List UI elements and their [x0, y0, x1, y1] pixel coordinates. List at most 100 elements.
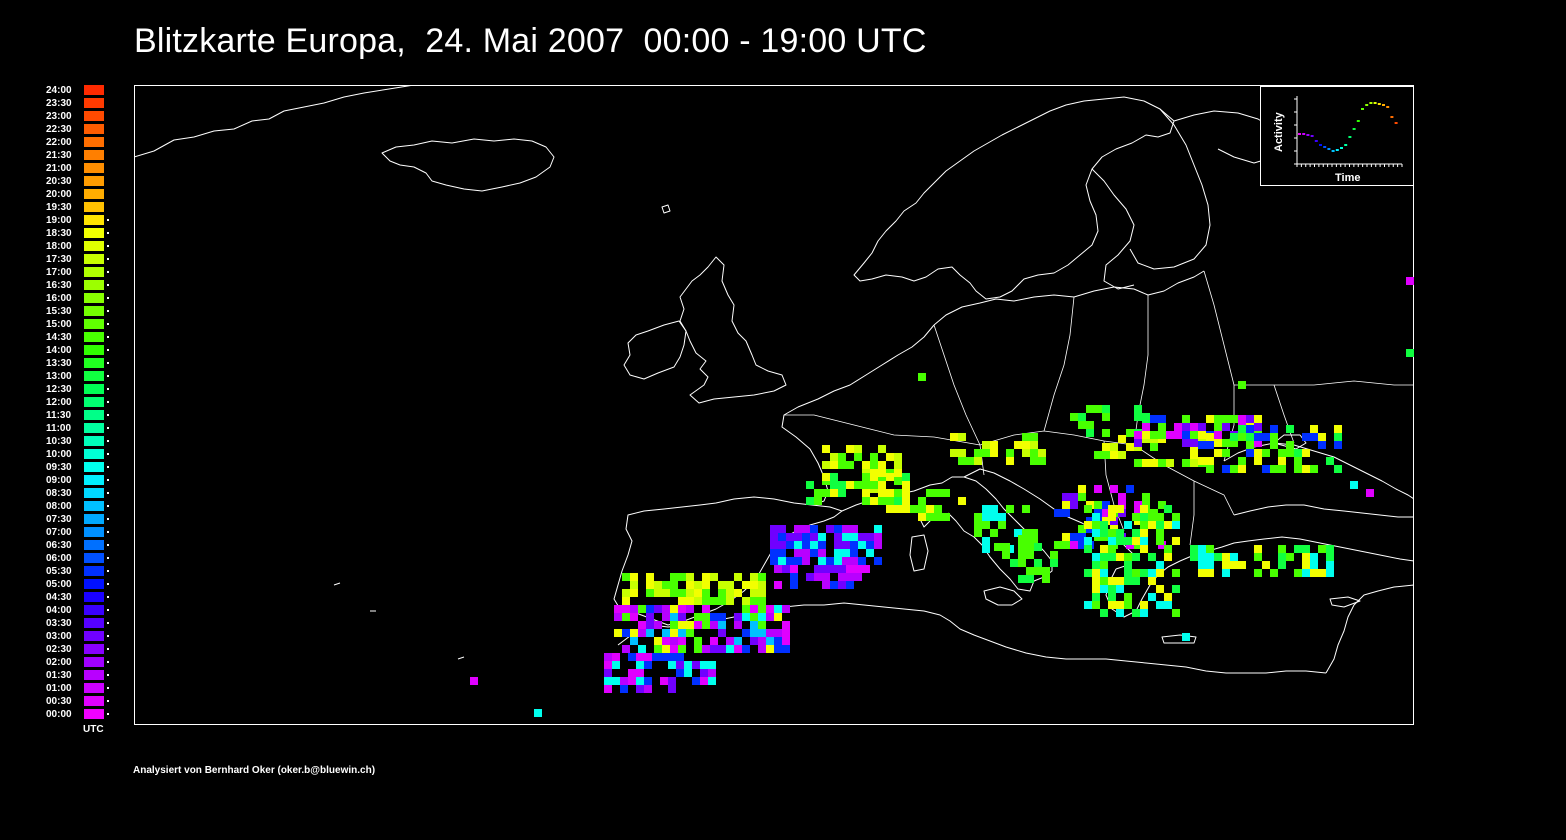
strike-cell: [614, 613, 622, 621]
strike-cell: [1108, 505, 1116, 513]
strike-cell: [742, 605, 750, 613]
strike-cell: [770, 525, 778, 533]
legend-swatch: [84, 293, 104, 303]
strike-cell: [1078, 485, 1086, 493]
strike-cell: [678, 645, 686, 653]
strike-cell: [1172, 537, 1180, 545]
legend-time-label: 17:30: [46, 254, 72, 265]
strike-cell: [1018, 551, 1026, 559]
strike-cell: [646, 621, 654, 629]
legend-active-marker: [107, 453, 109, 455]
strike-cell: [934, 489, 942, 497]
strike-cell: [766, 645, 774, 653]
strike-cell: [1084, 505, 1092, 513]
legend-time-label: 21:30: [46, 150, 72, 161]
strike-cell: [710, 621, 718, 629]
legend-active-marker: [107, 271, 109, 273]
strike-cell: [726, 637, 734, 645]
strike-cell: [1172, 513, 1180, 521]
strike-cell: [1134, 413, 1142, 421]
strike-cell: [854, 573, 862, 581]
strike-cell: [1350, 481, 1358, 489]
strike-cell: [1190, 459, 1198, 467]
inset-point: [1348, 136, 1352, 138]
legend-row: 03:30: [40, 617, 120, 630]
strike-cell: [1230, 553, 1238, 561]
strike-cell: [1092, 513, 1100, 521]
strike-cell: [858, 557, 866, 565]
strike-cell: [994, 543, 1002, 551]
strike-cell: [1018, 543, 1026, 551]
strike-cell: [1100, 577, 1108, 585]
strike-cell: [918, 373, 926, 381]
legend-active-marker: [107, 310, 109, 312]
legend-swatch: [84, 488, 104, 498]
strike-cell: [686, 581, 694, 589]
strike-cell: [770, 557, 778, 565]
strike-cell: [614, 605, 622, 613]
legend-active-marker: [107, 245, 109, 247]
legend-swatch: [84, 150, 104, 160]
strike-cell: [810, 541, 818, 549]
strike-cell: [1166, 459, 1174, 467]
strike-cell: [1108, 585, 1116, 593]
strike-cell: [1278, 465, 1286, 473]
strike-cell: [974, 513, 982, 521]
inset-point: [1394, 122, 1398, 124]
strike-cell: [1126, 429, 1134, 437]
strike-cell: [854, 453, 862, 461]
legend-active-marker: [107, 518, 109, 520]
inset-point: [1314, 140, 1318, 142]
strike-cell: [1182, 431, 1190, 439]
legend-time-label: 18:00: [46, 241, 72, 252]
strike-cell: [1198, 457, 1206, 465]
strike-cell: [834, 557, 842, 565]
legend-active-marker: [107, 583, 109, 585]
strike-cell: [870, 469, 878, 477]
legend-time-label: 17:00: [46, 267, 72, 278]
strike-cell: [1142, 423, 1150, 431]
strike-cell: [1198, 553, 1206, 561]
strike-cell: [668, 653, 676, 661]
strike-cell: [1026, 551, 1034, 559]
strike-cell: [770, 549, 778, 557]
strike-cell: [708, 677, 716, 685]
strike-cell: [742, 645, 750, 653]
legend-swatch: [84, 85, 104, 95]
legend-active-marker: [107, 674, 109, 676]
strike-cell: [862, 497, 870, 505]
strike-cell: [1164, 505, 1172, 513]
strike-cell: [630, 589, 638, 597]
strike-cell: [734, 645, 742, 653]
strike-cell: [1222, 449, 1230, 457]
strike-cell: [734, 613, 742, 621]
inset-point: [1386, 106, 1390, 108]
strike-cell: [1126, 485, 1134, 493]
strike-cell: [758, 621, 766, 629]
legend-row: 07:00: [40, 526, 120, 539]
strike-cell: [1142, 459, 1150, 467]
legend-row: 11:00: [40, 422, 120, 435]
legend-swatch: [84, 98, 104, 108]
strike-cell: [854, 445, 862, 453]
strike-cell: [1182, 459, 1190, 467]
strike-cell: [858, 533, 866, 541]
inset-point: [1323, 146, 1327, 148]
strike-cell: [794, 557, 802, 565]
legend-row: 21:00: [40, 162, 120, 175]
strike-cell: [692, 677, 700, 685]
strike-cell: [1214, 415, 1222, 423]
strike-cell: [1406, 277, 1414, 285]
legend-time-label: 16:00: [46, 293, 72, 304]
strike-cell: [778, 557, 786, 565]
strike-cell: [854, 481, 862, 489]
strike-cell: [1070, 533, 1078, 541]
legend-swatch: [84, 592, 104, 602]
strike-cell: [834, 549, 842, 557]
strike-cell: [1140, 569, 1148, 577]
strike-cell: [842, 533, 850, 541]
legend-row: 02:00: [40, 656, 120, 669]
strike-cell: [1022, 505, 1030, 513]
strike-cell: [636, 653, 644, 661]
strike-cell: [1132, 513, 1140, 521]
